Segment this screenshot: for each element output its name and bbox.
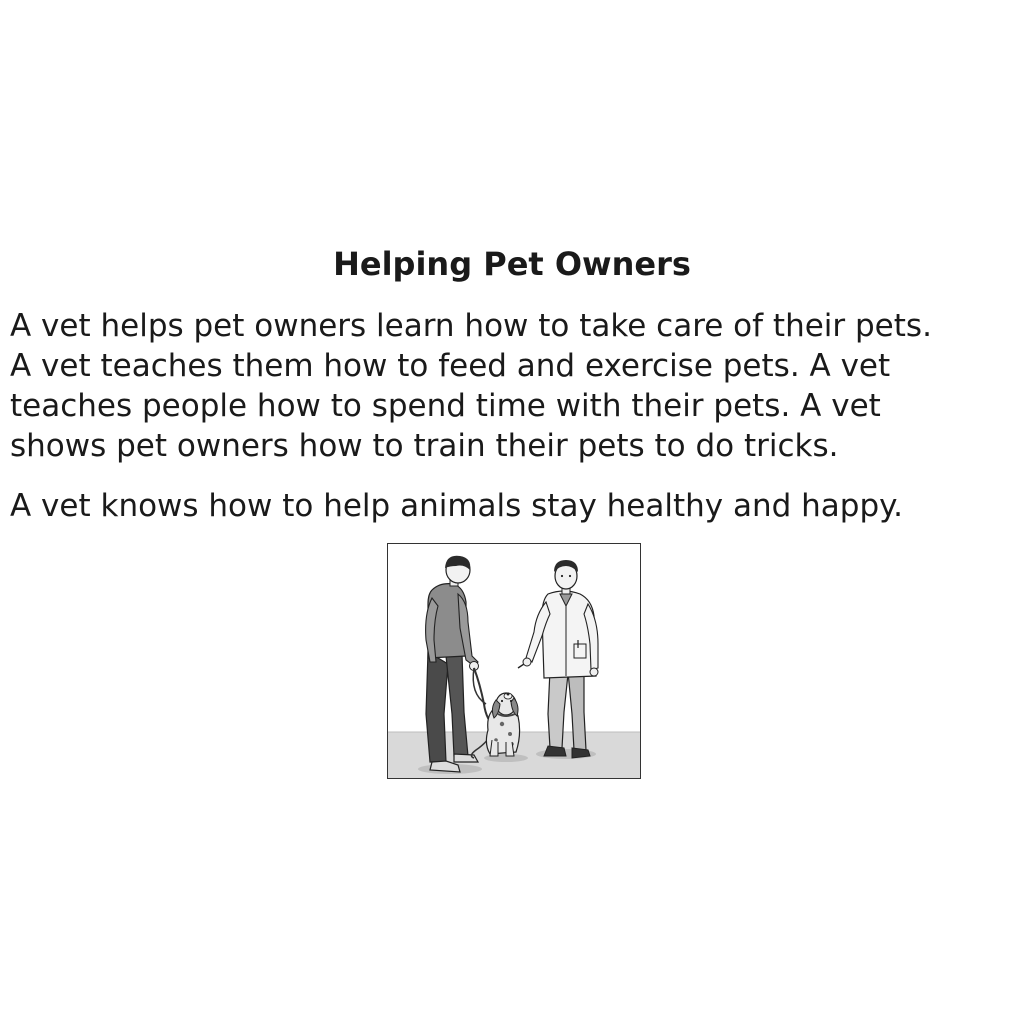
paragraph-line: shows pet owners how to train their pets… <box>10 428 839 464</box>
paragraph-line: A vet teaches them how to feed and exerc… <box>10 348 891 384</box>
dog-figure <box>485 692 521 757</box>
paragraph-line: A vet helps pet owners learn how to take… <box>10 308 932 344</box>
vet-figure <box>517 560 599 759</box>
vet-owner-dog-drawing <box>388 555 640 778</box>
paragraph-healthy-happy: A vet knows how to help animals stay hea… <box>10 488 903 524</box>
passage-title: Helping Pet Owners <box>333 245 691 283</box>
paragraph-line: teaches people how to spend time with th… <box>10 388 881 424</box>
paragraph-pet-owners: A vet helps pet owners learn how to take… <box>10 306 1022 466</box>
vet-illustration <box>387 543 641 779</box>
